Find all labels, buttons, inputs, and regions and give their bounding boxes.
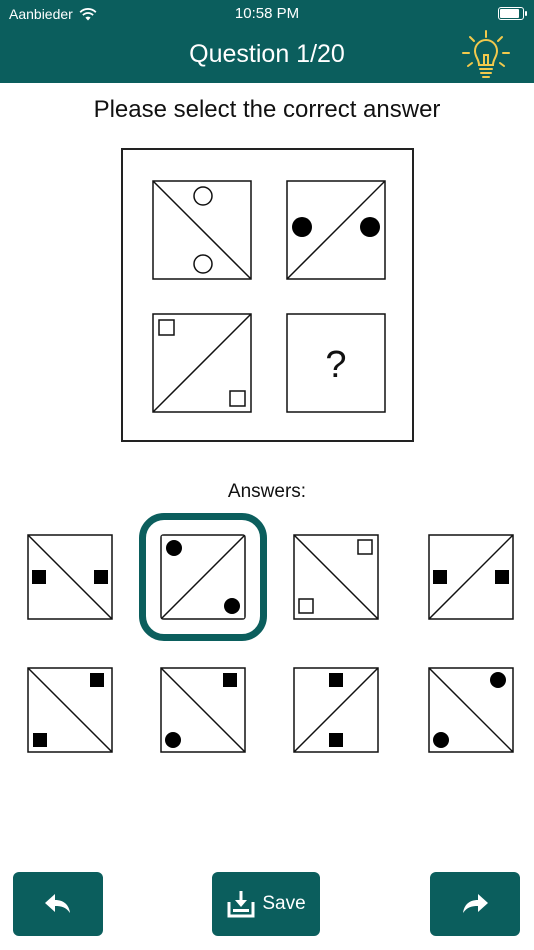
lightbulb-icon[interactable] [460,28,512,80]
forward-arrow-icon [463,894,488,913]
download-tray-icon [227,891,255,918]
answers-label: Answers: [227,481,307,502]
puzzle-cell-1 [152,180,252,280]
puzzle-cell-missing: ? [286,313,386,413]
question-prompt: Please select the correct answer [93,96,441,123]
save-button[interactable]: Save [212,872,320,936]
question-mark: ? [325,344,346,386]
save-label: Save [262,893,306,914]
answer-option-2[interactable] [139,513,267,641]
puzzle-frame: ? [121,148,414,442]
page-title: Question 1/20 [189,40,345,68]
answer-option-3[interactable] [293,534,379,620]
puzzle-cell-2 [286,180,386,280]
answer-option-4[interactable] [428,534,514,620]
answer-option-1[interactable] [27,534,113,620]
status-time: 10:58 PM [234,5,300,22]
answer-option-8[interactable] [428,667,514,753]
answer-option-6[interactable] [160,667,246,753]
reply-arrow-icon [45,894,70,913]
forward-button[interactable] [430,872,520,936]
puzzle-cell-3 [152,313,252,413]
answer-option-7[interactable] [293,667,379,753]
answer-option-5[interactable] [27,667,113,753]
back-button[interactable] [13,872,103,936]
app-header: Aanbieder 10:58 PM Question 1/20 [0,0,534,83]
battery-icon [498,7,527,20]
